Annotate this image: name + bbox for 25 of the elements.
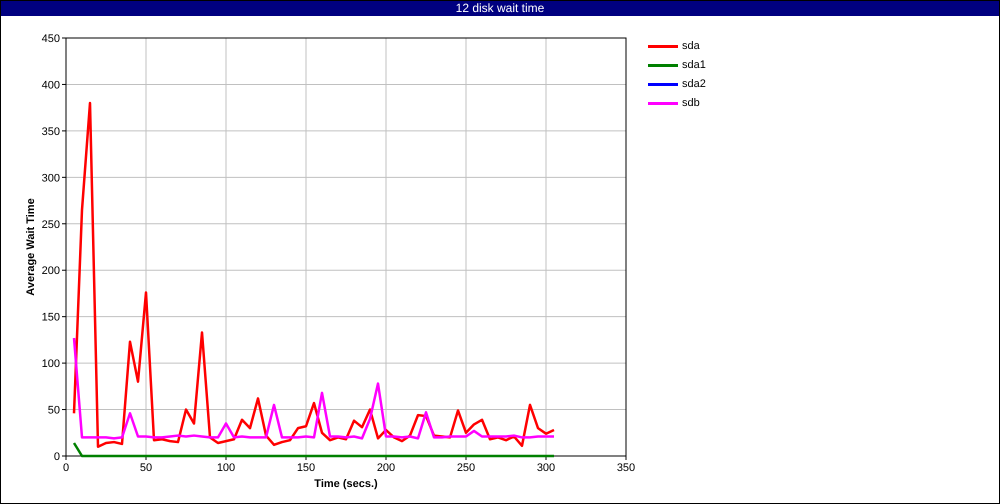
y-tick-label: 300 — [42, 172, 60, 184]
x-tick-label: 200 — [376, 462, 396, 474]
x-tick-label: 350 — [616, 462, 636, 474]
y-tick-label: 350 — [42, 126, 60, 138]
x-axis-title: Time (secs.) — [314, 478, 378, 490]
y-axis-title: Average Wait Time — [25, 198, 37, 296]
x-tick-label: 100 — [216, 462, 236, 474]
x-tick-label: 250 — [456, 462, 476, 474]
y-tick-label: 450 — [42, 33, 60, 45]
legend-label: sdb — [682, 97, 700, 109]
legend-label: sda — [682, 40, 700, 52]
legend-label: sda1 — [682, 59, 706, 71]
legend-label: sda2 — [682, 78, 706, 90]
y-tick-label: 50 — [48, 404, 60, 417]
y-tick-label: 400 — [42, 79, 60, 92]
y-tick-label: 250 — [42, 218, 60, 231]
y-tick-label: 0 — [54, 451, 60, 463]
y-tick-label: 200 — [42, 265, 60, 278]
x-tick-label: 300 — [536, 462, 556, 474]
x-tick-label: 150 — [296, 462, 316, 474]
x-tick-label: 0 — [62, 462, 70, 474]
window-title: 12 disk wait time — [1, 1, 999, 16]
y-tick-label: 150 — [42, 312, 60, 324]
y-tick-label: 100 — [42, 358, 60, 370]
x-tick-label: 50 — [140, 462, 152, 474]
